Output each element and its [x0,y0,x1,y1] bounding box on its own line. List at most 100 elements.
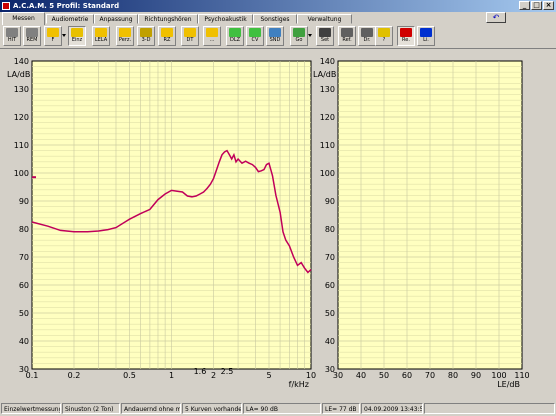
toolbar-button-printer[interactable]: Dr. [358,26,376,46]
toolbar-button-ref[interactable]: Ref. [338,26,356,46]
toolbar-button-label: ... [209,37,215,43]
window-title: A.C.A.M. 5 Profil: Standard [13,2,120,10]
y-tick-label: 130 [14,85,29,94]
more-icon [206,28,218,37]
cv-icon [249,28,261,37]
maximize-button[interactable]: □ [531,1,542,10]
toolbar-button-label: Go [295,37,303,43]
toolbar-button-set[interactable]: Set [316,26,334,46]
toolbar-button-label: SND [269,37,281,43]
einz-icon [71,28,83,37]
printer-icon [361,28,373,37]
go-icon [293,28,305,37]
toolbar-button-label: Ref. [342,37,352,43]
plot-area: 30 40 50 60 70 80 90 100 110 120 130 140 0.1 0.2 0.5 1 1… [0,49,556,400]
y-tick-label: 140 [14,57,29,66]
right-ear-icon [400,28,412,37]
undo-button[interactable]: ↶ [486,12,506,23]
x-tick-label: 40 [356,371,366,380]
toolbar-button-snd[interactable]: SND [266,26,284,46]
y-tick-label: 120 [14,113,29,122]
y-axis-label: LA/dB [7,70,30,79]
x-tick-label: 50 [379,371,389,380]
toolbar-button-label: REM [26,37,38,43]
toolbar-button-perz[interactable]: Perz. [116,26,134,46]
dropdown-arrow-icon[interactable] [308,34,312,37]
dropdown-arrow-icon[interactable] [62,34,66,37]
toolbar: HIT REM F Einz LELA Perz. 3-D RZ DT... DLZ CV SND Go… [0,25,556,49]
hit-icon [6,28,18,37]
set-icon [319,28,331,37]
x-tick-label: 10 [306,371,316,380]
toolbar-button-3d[interactable]: 3-D [137,26,155,46]
toolbar-button-go[interactable]: Go [290,26,312,46]
perz-icon [119,28,131,37]
tab-verwaltung[interactable]: Verwaltung [297,14,352,24]
x-tick-label: 90 [471,371,481,380]
tab-psychoakustik[interactable]: Psychoakustik [198,14,253,24]
toolbar-button-rz[interactable]: RZ [158,26,176,46]
window-buttons: _ □ × [519,1,554,10]
y-tick-label: 120 [320,113,335,122]
toolbar-button-label: F [51,37,55,43]
undo-arrow-icon: ↶ [492,13,500,22]
lela-icon [95,28,107,37]
toolbar-button-lela[interactable]: LELA [92,26,110,46]
tab-richtungshoeren[interactable]: Richtungshören [138,14,198,24]
toolbar-button-label: Einz [71,37,83,43]
x-tick-label: 0.5 [123,371,136,380]
toolbar-button-label: Perz. [118,37,132,43]
left-ear-icon [420,28,432,37]
toolbar-button-rem[interactable]: REM [23,26,41,46]
help-icon [378,28,390,37]
dt-icon [184,28,196,37]
toolbar-button-more[interactable]: ... [203,26,221,46]
plots-svg: 304050607080901001101201301400.1 0.2 0.5 1 1… [7,57,530,389]
toolbar-button-help[interactable]: ? [375,26,393,46]
x-tick-label: 30 [333,371,343,380]
y-tick-label: 50 [325,309,335,318]
toolbar-button-cv[interactable]: CV [246,26,264,46]
x-tick-label: 110 [514,371,529,380]
x-tick-label: 2 [211,371,216,380]
toolbar-button-hit[interactable]: HIT [3,26,21,46]
toolbar-button-label: DLZ [229,37,241,43]
tab-anpassung[interactable]: Anpassung [94,14,138,24]
toolbar-button-label: ? [382,37,386,43]
y-tick-label: 100 [320,169,335,178]
y-tick-label: 110 [320,141,335,150]
y-tick-label: 110 [14,141,29,150]
ref-icon [341,28,353,37]
close-button[interactable]: × [543,1,554,10]
y-tick-label: 60 [19,281,29,290]
toolbar-button-f[interactable]: F [44,26,66,46]
tab-messen[interactable]: Messen [2,12,45,25]
x-tick-label: 1.6 [194,367,207,376]
y-tick-label: 50 [19,309,29,318]
tab-sonstiges[interactable]: Sonstiges [253,14,297,24]
y-tick-label: 80 [325,225,335,234]
rz-icon [161,28,173,37]
toolbar-button-dt[interactable]: DT [181,26,199,46]
minimize-button[interactable]: _ [519,1,530,10]
tab-audiometrie[interactable]: Audiometrie [46,14,94,24]
x-tick-label: 0.2 [68,371,81,380]
rem-icon [26,28,38,37]
status-datetime: 04.09.2009 13:43:59 [361,403,423,414]
x-tick-label: 80 [448,371,458,380]
y-tick-label: 70 [19,253,29,262]
y-tick-label: 90 [19,197,29,206]
toolbar-button-einz[interactable]: Einz [68,26,86,46]
x-tick-label: 0.1 [26,371,39,380]
toolbar-button-right-ear[interactable]: Re. [397,26,415,46]
3d-icon [140,28,152,37]
status-mode: Einzelwertmessung [1,403,61,414]
y-axis-label: LA/dB [313,70,336,79]
toolbar-button-label: 3-D [141,37,151,43]
y-tick-label: 140 [320,57,335,66]
toolbar-button-left-ear[interactable]: Li. [417,26,435,46]
x-tick-label: 70 [425,371,435,380]
toolbar-button-dlz[interactable]: DLZ [226,26,244,46]
x-tick-label: 1 [169,371,174,380]
y-tick-label: 80 [19,225,29,234]
